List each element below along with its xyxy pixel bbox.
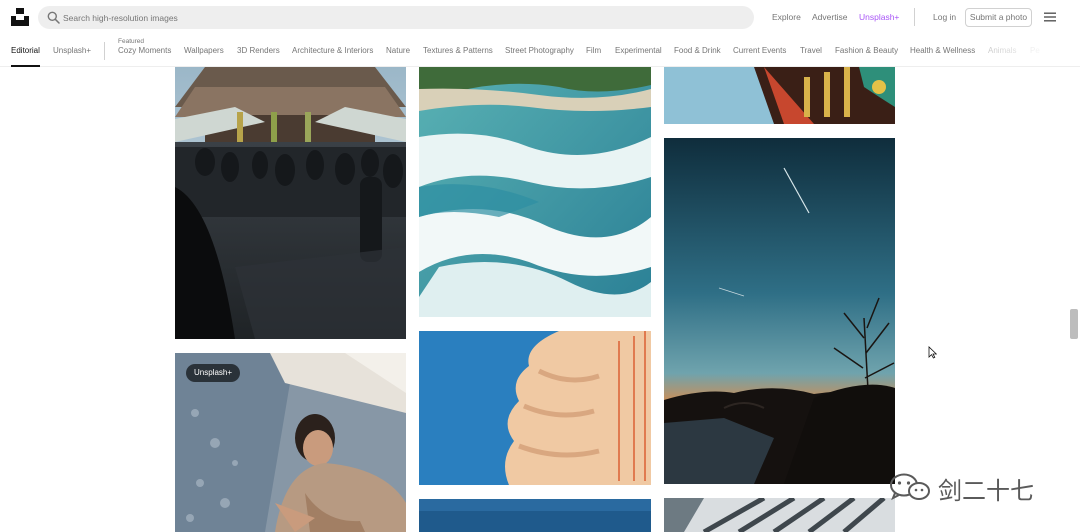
photo-temple-crowd-image <box>175 67 406 339</box>
page-scrollbar-thumb[interactable] <box>1070 309 1078 339</box>
topic-film[interactable]: Film <box>586 46 601 55</box>
photo-aerial-waves[interactable] <box>419 67 651 317</box>
photo-ornate-roof[interactable] <box>664 67 895 124</box>
topic-3d-renders[interactable]: 3D Renders <box>237 46 280 55</box>
tab-editorial[interactable]: Editorial <box>11 46 40 55</box>
photo-striped-architecture[interactable] <box>664 498 895 532</box>
submit-photo-button[interactable]: Submit a photo <box>965 8 1032 27</box>
photo-aerial-waves-image <box>419 67 651 317</box>
advertise-link[interactable]: Advertise <box>812 12 847 22</box>
topic-nature[interactable]: Nature <box>386 46 410 55</box>
topic-wallpapers[interactable]: Wallpapers <box>184 46 224 55</box>
topic-experimental[interactable]: Experimental <box>615 46 662 55</box>
photo-blue-abstract[interactable] <box>419 499 651 532</box>
photo-sunset-river-image <box>664 138 895 484</box>
topic-current-events[interactable]: Current Events <box>733 46 786 55</box>
header-divider <box>914 8 915 26</box>
photo-ornate-roof-image <box>664 67 895 124</box>
watermark: 剑二十七 <box>888 466 1068 506</box>
wechat-logo-icon <box>890 473 930 501</box>
photo-sunset-river[interactable] <box>664 138 895 484</box>
photo-blue-abstract-image <box>419 499 651 532</box>
search-input[interactable] <box>63 6 743 29</box>
hamburger-menu-icon[interactable] <box>1043 11 1057 23</box>
photo-striped-architecture-image <box>664 498 895 532</box>
unsplash-plus-link[interactable]: Unsplash+ <box>859 12 899 22</box>
topic-cozy-moments[interactable]: Cozy Moments <box>118 46 171 55</box>
unsplash-logo-icon[interactable] <box>11 8 29 26</box>
topic-street-photography[interactable]: Street Photography <box>505 46 574 55</box>
active-tab-indicator <box>11 65 40 67</box>
mouse-cursor-icon <box>928 346 937 359</box>
topic-fashion-beauty[interactable]: Fashion & Beauty <box>835 46 898 55</box>
topic-people[interactable]: Pe <box>1030 46 1040 55</box>
photo-cream-building-image <box>419 331 651 485</box>
topic-health-wellness[interactable]: Health & Wellness <box>910 46 975 55</box>
top-navigation-bar: Explore Advertise Unsplash+ Log in Submi… <box>0 0 1080 34</box>
topic-travel[interactable]: Travel <box>800 46 822 55</box>
featured-label: Featured <box>118 38 145 45</box>
explore-link[interactable]: Explore <box>772 12 801 22</box>
topic-food-drink[interactable]: Food & Drink <box>674 46 721 55</box>
photo-cream-building[interactable] <box>419 331 651 485</box>
topic-textures-patterns[interactable]: Textures & Patterns <box>423 46 493 55</box>
topic-navigation: Editorial Unsplash+ Featured Cozy Moment… <box>0 34 1080 67</box>
unsplash-plus-badge: Unsplash+ <box>186 364 241 382</box>
search-bar[interactable] <box>38 6 754 29</box>
topic-animals[interactable]: Animals <box>988 46 1016 55</box>
topic-divider <box>104 42 105 60</box>
search-icon[interactable] <box>47 11 60 24</box>
topic-architecture-interiors[interactable]: Architecture & Interiors <box>292 46 373 55</box>
login-link[interactable]: Log in <box>933 12 956 22</box>
photo-woman-painting[interactable]: Unsplash+ <box>175 353 406 532</box>
watermark-text: 剑二十七 <box>938 477 1034 505</box>
tab-unsplash-plus[interactable]: Unsplash+ <box>53 46 91 55</box>
photo-temple-crowd[interactable] <box>175 67 406 339</box>
